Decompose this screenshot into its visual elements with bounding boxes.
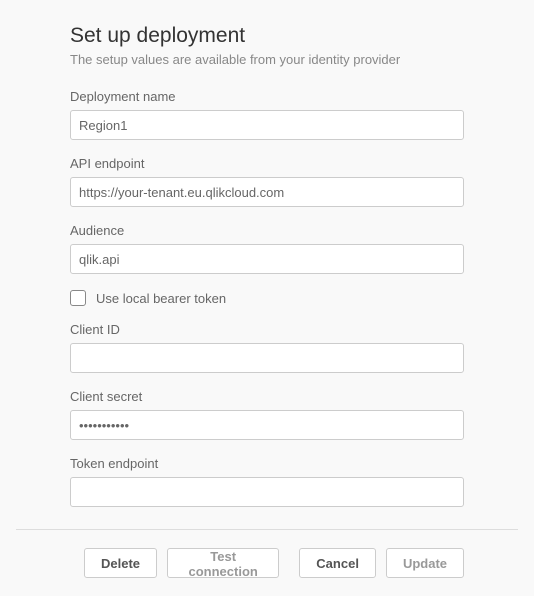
audience-input[interactable] <box>70 244 464 274</box>
field-client-id: Client ID <box>70 322 464 373</box>
delete-button[interactable]: Delete <box>84 548 157 578</box>
label-audience: Audience <box>70 223 464 238</box>
page-subtitle: The setup values are available from your… <box>70 52 464 67</box>
label-client-id: Client ID <box>70 322 464 337</box>
label-client-secret: Client secret <box>70 389 464 404</box>
cancel-button[interactable]: Cancel <box>299 548 376 578</box>
field-deployment-name: Deployment name <box>70 89 464 140</box>
field-audience: Audience <box>70 223 464 274</box>
field-local-token: Use local bearer token <box>70 290 464 306</box>
token-endpoint-input[interactable] <box>70 477 464 507</box>
label-deployment-name: Deployment name <box>70 89 464 104</box>
api-endpoint-input[interactable] <box>70 177 464 207</box>
form-container: Set up deployment The setup values are a… <box>0 0 534 507</box>
page-title: Set up deployment <box>70 24 464 48</box>
label-api-endpoint: API endpoint <box>70 156 464 171</box>
local-token-checkbox[interactable] <box>70 290 86 306</box>
label-token-endpoint: Token endpoint <box>70 456 464 471</box>
field-api-endpoint: API endpoint <box>70 156 464 207</box>
client-secret-input[interactable] <box>70 410 464 440</box>
deployment-name-input[interactable] <box>70 110 464 140</box>
update-button[interactable]: Update <box>386 548 464 578</box>
field-client-secret: Client secret <box>70 389 464 440</box>
button-row: Delete Test connection Cancel Update <box>0 530 534 596</box>
test-connection-button[interactable]: Test connection <box>167 548 279 578</box>
client-id-input[interactable] <box>70 343 464 373</box>
field-token-endpoint: Token endpoint <box>70 456 464 507</box>
label-local-token: Use local bearer token <box>96 291 226 306</box>
